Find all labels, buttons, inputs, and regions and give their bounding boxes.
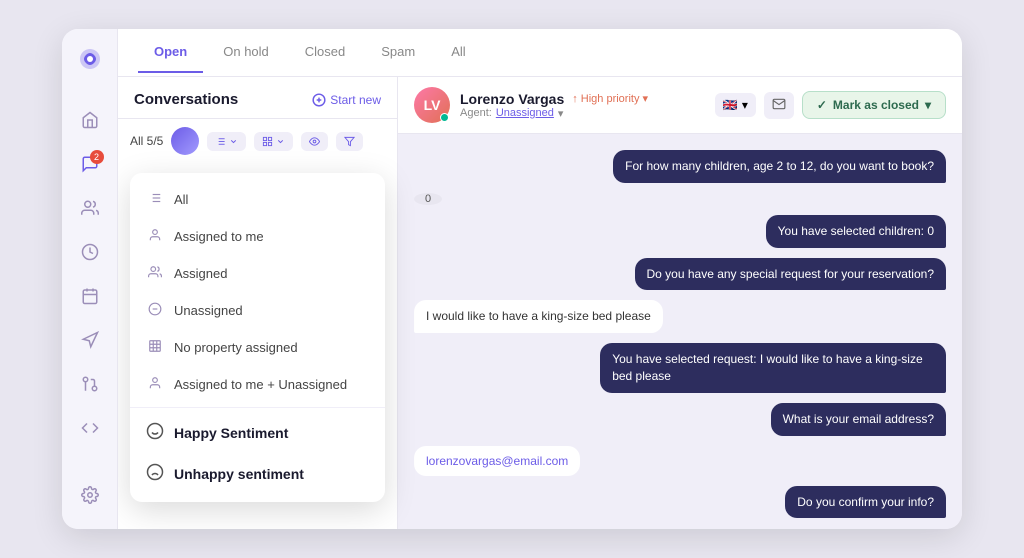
message-6: You have selected request: I would like … bbox=[600, 343, 946, 393]
sidebar-item-home[interactable] bbox=[72, 102, 108, 138]
message-9: Do you confirm your info? bbox=[785, 486, 946, 519]
chat-messages: For how many children, age 2 to 12, do y… bbox=[398, 134, 962, 529]
building-icon bbox=[146, 339, 164, 356]
filter-dropdown: All Assigned to me Assigned bbox=[130, 173, 385, 502]
sidebar-item-megaphone[interactable] bbox=[72, 322, 108, 358]
online-indicator bbox=[440, 113, 449, 122]
message-8: lorenzovargas@email.com bbox=[414, 446, 580, 476]
email-button[interactable] bbox=[764, 92, 794, 119]
message-1: For how many children, age 2 to 12, do y… bbox=[613, 150, 946, 183]
dropdown-item-unassigned[interactable]: Unassigned bbox=[130, 292, 385, 329]
start-new-button[interactable]: Start new bbox=[312, 93, 381, 107]
lang-chevron: ▾ bbox=[742, 98, 748, 112]
message-7: What is your email address? bbox=[771, 403, 946, 436]
all-filter[interactable]: All 5/5 bbox=[130, 134, 163, 148]
chat-header: LV Lorenzo Vargas ↑ High priority ▾ bbox=[398, 77, 962, 134]
sidebar-item-git[interactable] bbox=[72, 366, 108, 402]
arrow-up-icon: ↑ bbox=[572, 93, 578, 105]
conversations-title: Conversations bbox=[134, 91, 238, 108]
main-content: Open On hold Closed Spam All Conversatio… bbox=[118, 29, 962, 529]
logo[interactable] bbox=[76, 45, 104, 78]
conversations-panel: Conversations Start new All 5/5 bbox=[118, 77, 398, 529]
dropdown-item-assigned-me-unassigned[interactable]: Assigned to me + Unassigned bbox=[130, 366, 385, 403]
minus-circle-icon bbox=[146, 302, 164, 319]
chat-actions: 🇬🇧 ▾ ✓ Mark as closed ▾ bbox=[715, 91, 946, 119]
sidebar-item-calendar[interactable] bbox=[72, 278, 108, 314]
tab-bar: Open On hold Closed Spam All bbox=[118, 29, 962, 77]
group-button[interactable] bbox=[254, 132, 293, 151]
dropdown-item-assigned[interactable]: Assigned bbox=[130, 255, 385, 292]
message-bubble: For how many children, age 2 to 12, do y… bbox=[613, 150, 946, 183]
message-bubble: You have selected request: I would like … bbox=[600, 343, 946, 393]
dropdown-item-all[interactable]: All bbox=[130, 181, 385, 218]
checkmark-icon: ✓ bbox=[817, 98, 827, 112]
sidebar: 2 bbox=[62, 29, 118, 529]
list-icon bbox=[146, 191, 164, 208]
dropdown-item-assigned-me[interactable]: Assigned to me bbox=[130, 218, 385, 255]
message-bubble: What is your email address? bbox=[771, 403, 946, 436]
tab-all[interactable]: All bbox=[435, 32, 481, 73]
tab-open[interactable]: Open bbox=[138, 32, 203, 73]
content-area: Conversations Start new All 5/5 bbox=[118, 77, 962, 529]
message-bubble: I would like to have a king-size bed ple… bbox=[414, 300, 663, 333]
sort-button[interactable] bbox=[207, 132, 246, 151]
filter-row: All 5/5 bbox=[118, 119, 397, 163]
agent-chevron: ▾ bbox=[558, 107, 564, 120]
chat-user-info: LV Lorenzo Vargas ↑ High priority ▾ bbox=[414, 87, 648, 123]
toggle-circle[interactable] bbox=[171, 127, 199, 155]
person-icon bbox=[146, 228, 164, 245]
closed-chevron: ▾ bbox=[925, 98, 931, 112]
people-icon bbox=[146, 265, 164, 282]
dropdown-item-happy[interactable]: Happy Sentiment bbox=[130, 412, 385, 453]
message-bubble: Do you have any special request for your… bbox=[635, 258, 947, 291]
sidebar-item-settings[interactable] bbox=[72, 477, 108, 513]
sidebar-item-chart[interactable] bbox=[72, 234, 108, 270]
smile-icon bbox=[146, 422, 164, 443]
avatar: LV bbox=[414, 87, 450, 123]
user-name: Lorenzo Vargas bbox=[460, 91, 564, 107]
agent-row: Agent: Unassigned ▾ bbox=[460, 107, 648, 120]
divider bbox=[130, 407, 385, 408]
chevron-down-icon: ▾ bbox=[642, 92, 648, 105]
language-button[interactable]: 🇬🇧 ▾ bbox=[715, 93, 756, 117]
message-bubble: lorenzovargas@email.com bbox=[414, 446, 580, 476]
user-details: Lorenzo Vargas ↑ High priority ▾ Agent: … bbox=[460, 91, 648, 120]
message-badge: 0 bbox=[414, 193, 442, 205]
filter-button[interactable] bbox=[336, 132, 363, 151]
message-3: You have selected children: 0 bbox=[766, 215, 946, 248]
chat-panel: LV Lorenzo Vargas ↑ High priority ▾ bbox=[398, 77, 962, 529]
message-bubble: Do you confirm your info? bbox=[785, 486, 946, 519]
frown-icon bbox=[146, 463, 164, 484]
conversations-header: Conversations Start new bbox=[118, 77, 397, 119]
sidebar-item-code[interactable] bbox=[72, 410, 108, 446]
tab-spam[interactable]: Spam bbox=[365, 32, 431, 73]
notification-badge: 2 bbox=[90, 150, 104, 164]
sidebar-item-chat[interactable]: 2 bbox=[72, 146, 108, 182]
message-bubble: You have selected children: 0 bbox=[766, 215, 946, 248]
priority-badge[interactable]: ↑ High priority ▾ bbox=[572, 92, 648, 105]
mark-closed-button[interactable]: ✓ Mark as closed ▾ bbox=[802, 91, 946, 119]
message-4: Do you have any special request for your… bbox=[635, 258, 947, 291]
dropdown-item-unhappy[interactable]: Unhappy sentiment bbox=[130, 453, 385, 494]
tab-closed[interactable]: Closed bbox=[289, 32, 361, 73]
dropdown-item-no-property[interactable]: No property assigned bbox=[130, 329, 385, 366]
view-button[interactable] bbox=[301, 132, 328, 151]
agent-link[interactable]: Unassigned bbox=[496, 107, 554, 119]
tab-onhold[interactable]: On hold bbox=[207, 32, 285, 73]
message-5: I would like to have a king-size bed ple… bbox=[414, 300, 663, 333]
sidebar-item-users[interactable] bbox=[72, 190, 108, 226]
person-plus-icon bbox=[146, 376, 164, 393]
